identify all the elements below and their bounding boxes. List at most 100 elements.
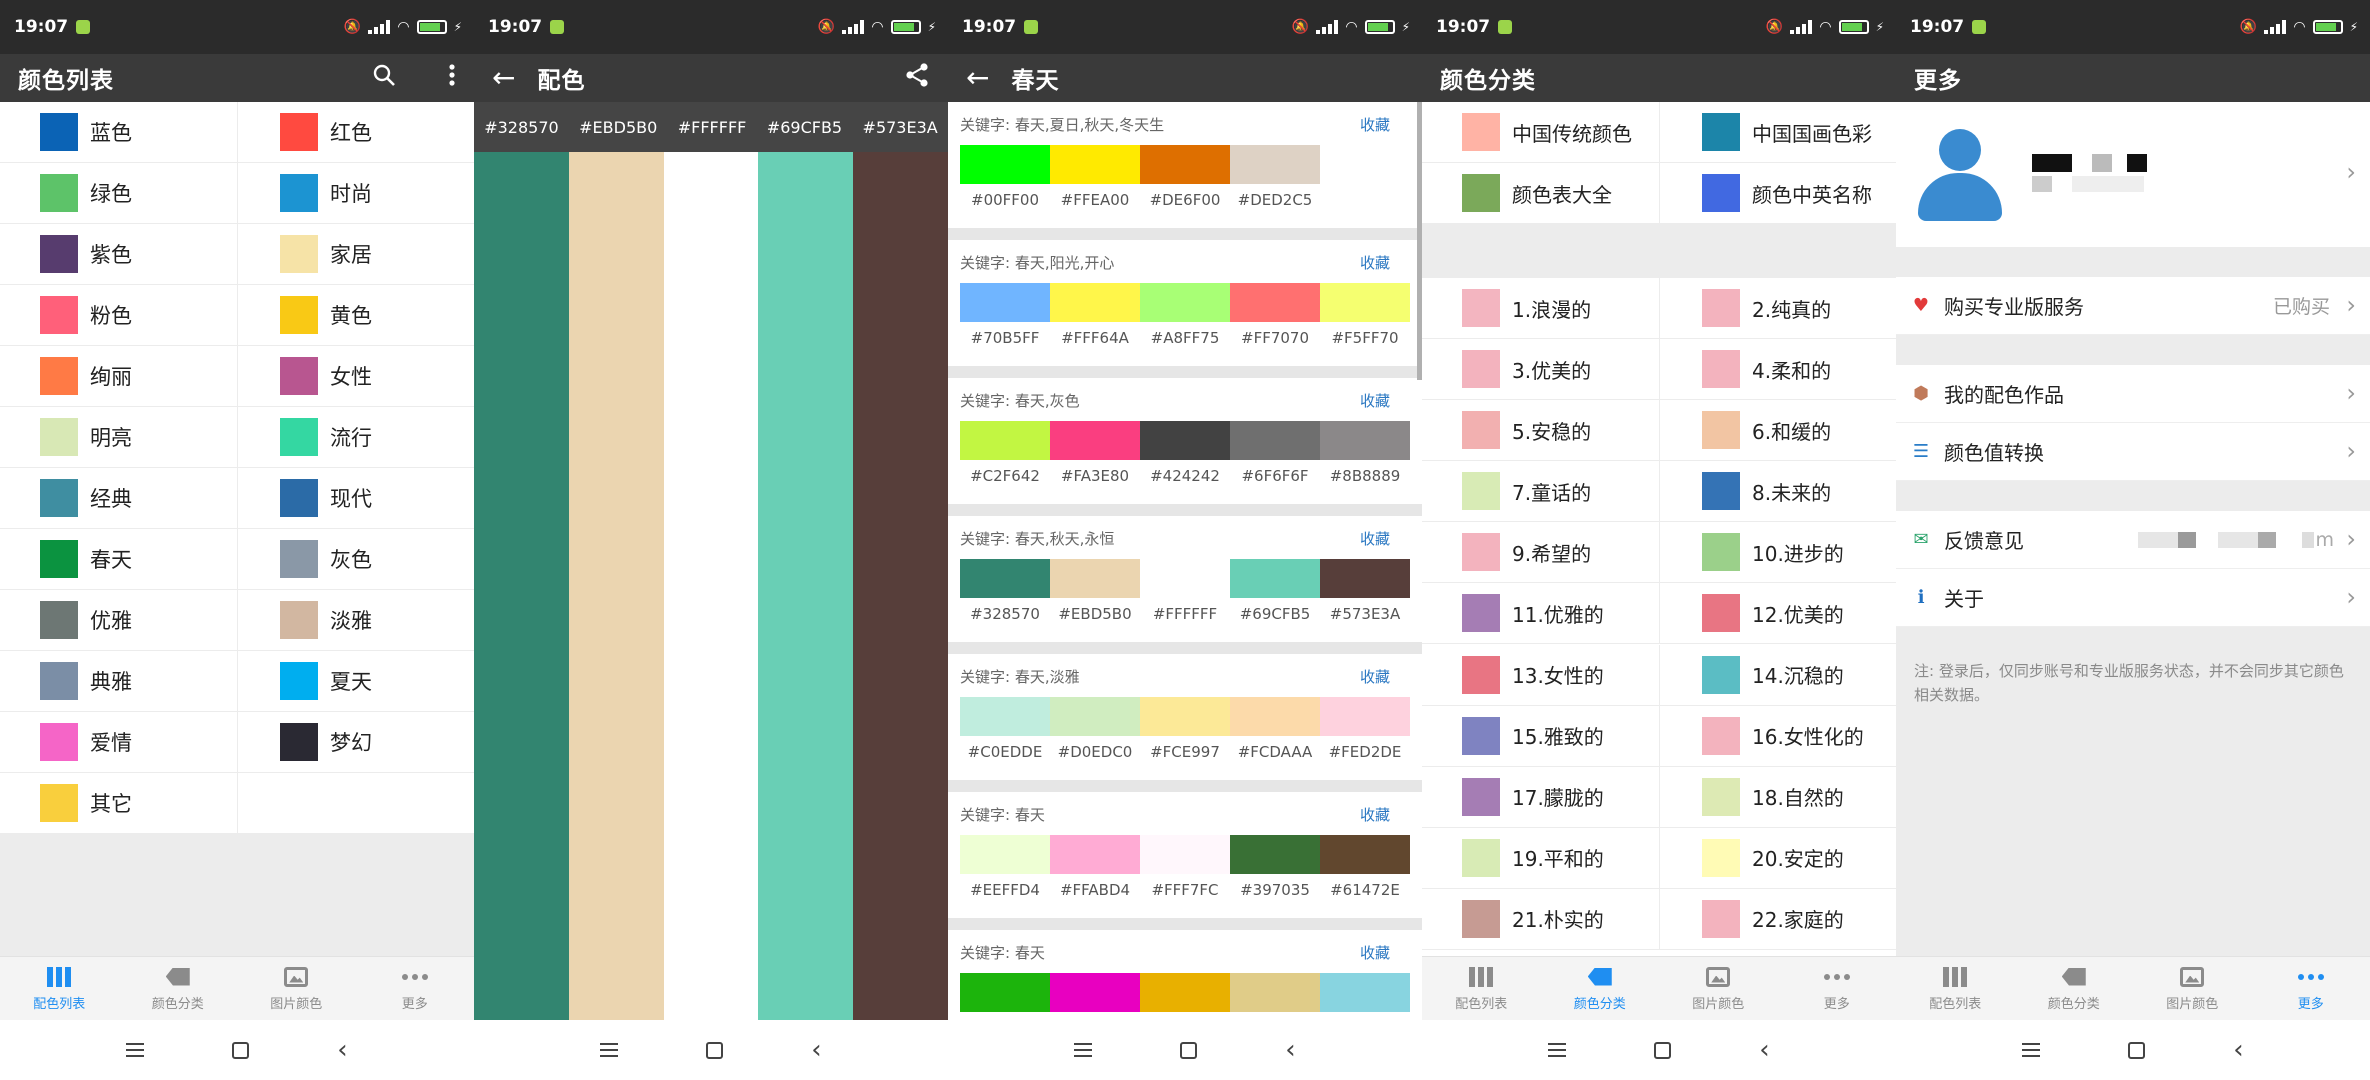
list-item[interactable]: 颜色表大全 (1422, 163, 1659, 224)
list-item[interactable]: 1.浪漫的 (1422, 278, 1659, 339)
home-button[interactable] (706, 1041, 724, 1059)
color-swatch[interactable] (1140, 283, 1230, 322)
recent-apps-button[interactable] (2022, 1043, 2041, 1057)
color-swatch[interactable] (1230, 421, 1320, 460)
list-item[interactable]: 黄色 (237, 285, 474, 346)
color-swatch[interactable] (960, 835, 1050, 874)
color-swatch[interactable] (1320, 421, 1410, 460)
list-item[interactable]: 时尚 (237, 163, 474, 224)
list-item[interactable]: 9.希望的 (1422, 522, 1659, 584)
system-back-button[interactable]: ‹ (2233, 1037, 2243, 1063)
favorite-button[interactable]: 收藏 (1360, 942, 1390, 963)
list-item[interactable]: 12.优美的 (1659, 583, 1896, 645)
system-back-button[interactable]: ‹ (337, 1037, 347, 1063)
color-swatch[interactable] (1050, 421, 1140, 460)
scheme-card[interactable]: 关键字: 春天收藏#1CB40C#E800C0#E8B000#E0CC88#88… (948, 930, 1422, 1020)
color-swatch[interactable] (960, 283, 1050, 322)
back-arrow-icon[interactable]: ← (966, 64, 989, 92)
list-item[interactable]: 灰色 (237, 529, 474, 590)
list-item[interactable]: 经典 (0, 468, 237, 529)
list-item[interactable]: 11.优雅的 (1422, 583, 1659, 645)
color-swatch[interactable] (1230, 145, 1320, 184)
scheme-list[interactable]: 关键字: 春天,夏日,秋天,冬天生 收藏 #00FF00 #FFEA00 #DE6F00… (948, 102, 1422, 1020)
list-item[interactable]: 典雅 (0, 651, 237, 712)
list-item[interactable]: 4.柔和的 (1659, 339, 1896, 401)
list-item[interactable]: 14.沉稳的 (1659, 644, 1896, 706)
hex-code[interactable]: #328570 (484, 118, 558, 137)
scheme-card[interactable]: 关键字: 春天,淡雅 收藏 #C0EDDE #D0EDC0 #FCE997 #FCDAAA… (948, 654, 1422, 792)
nav-tab[interactable]: 更多 (1778, 957, 1897, 1020)
scheme-card[interactable]: 关键字: 春天,阳光,开心 收藏 #70B5FF #FFF64A #A8FF75 #FF7… (948, 240, 1422, 378)
nav-tab[interactable]: 颜色分类 (2015, 957, 2134, 1020)
scheme-card[interactable]: 关键字: 春天 收藏 #EEFFD4 #FFABD4 #FFF7FC #397035 #61… (948, 792, 1422, 930)
scheme-card[interactable]: 关键字: 春天,秋天,永恒 收藏 #328570 #EBD5B0 #FFFFFF #69C… (948, 516, 1422, 654)
list-item[interactable]: 21.朴实的 (1422, 889, 1659, 950)
list-item[interactable]: 17.朦胧的 (1422, 767, 1659, 828)
color-swatch[interactable] (1140, 697, 1230, 736)
list-item[interactable]: 22.家庭的 (1659, 888, 1896, 950)
favorite-button[interactable]: 收藏 (1360, 114, 1390, 135)
list-item[interactable]: 现代 (237, 468, 474, 529)
color-swatch[interactable] (1050, 559, 1140, 598)
list-item[interactable]: 夏天 (237, 651, 474, 712)
color-swatch[interactable] (1320, 283, 1410, 322)
color-swatch[interactable] (1140, 973, 1230, 1012)
hex-code[interactable]: #EBD5B0 (579, 118, 657, 137)
list-item[interactable]: 绿色 (0, 163, 237, 224)
color-swatch[interactable] (1050, 283, 1140, 322)
list-item[interactable]: 中国传统颜色 (1422, 102, 1659, 163)
color-swatch[interactable] (960, 145, 1050, 184)
favorite-button[interactable]: 收藏 (1360, 528, 1390, 549)
scheme-card[interactable]: 关键字: 春天,夏日,秋天,冬天生 收藏 #00FF00 #FFEA00 #DE6F00… (948, 102, 1422, 240)
color-swatch[interactable] (1140, 559, 1230, 598)
home-button[interactable] (1180, 1041, 1198, 1059)
color-swatch[interactable] (1230, 973, 1320, 1012)
list-item[interactable]: 18.自然的 (1659, 766, 1896, 828)
color-swatch[interactable] (1230, 835, 1320, 874)
about-item[interactable]: ℹ 关于 › (1896, 569, 2370, 627)
nav-tab[interactable]: 图片颜色 (2133, 957, 2252, 1020)
color-swatch[interactable] (960, 559, 1050, 598)
list-item[interactable]: 13.女性的 (1422, 645, 1659, 706)
list-item[interactable]: 流行 (237, 407, 474, 468)
hex-code[interactable]: #FFFFFF (678, 118, 747, 137)
list-item[interactable]: 3.优美的 (1422, 339, 1659, 401)
list-item[interactable]: 淡雅 (237, 590, 474, 651)
home-button[interactable] (1654, 1041, 1672, 1059)
overflow-menu-icon[interactable] (448, 63, 456, 93)
color-swatch[interactable] (1140, 145, 1230, 184)
list-item[interactable]: 女性 (237, 346, 474, 407)
nav-tab[interactable]: 颜色分类 (119, 957, 238, 1020)
list-item[interactable]: 绚丽 (0, 346, 237, 407)
list-item[interactable]: 7.童话的 (1422, 461, 1659, 523)
color-swatch[interactable] (1320, 559, 1410, 598)
nav-tab[interactable]: 颜色分类 (1541, 957, 1660, 1020)
favorite-button[interactable]: 收藏 (1360, 390, 1390, 411)
color-swatch[interactable] (1230, 559, 1320, 598)
favorite-button[interactable]: 收藏 (1360, 666, 1390, 687)
hex-code[interactable]: #573E3A (863, 118, 938, 137)
color-swatch[interactable] (1050, 835, 1140, 874)
list-item[interactable]: 爱情 (0, 712, 237, 773)
list-item[interactable]: 2.纯真的 (1659, 278, 1896, 339)
list-item[interactable]: 其它 (0, 773, 237, 834)
system-back-button[interactable]: ‹ (1285, 1037, 1295, 1063)
share-icon[interactable] (904, 62, 930, 94)
buy-pro-item[interactable]: ♥ 购买专业版服务 已购买 › (1896, 277, 2370, 335)
system-back-button[interactable]: ‹ (1759, 1037, 1769, 1063)
color-swatch[interactable] (1320, 973, 1410, 1012)
color-stripe[interactable] (853, 152, 948, 1020)
nav-tab[interactable]: 配色列表 (1896, 957, 2015, 1020)
color-stripe[interactable] (758, 152, 854, 1020)
favorite-button[interactable]: 收藏 (1360, 252, 1390, 273)
color-swatch[interactable] (1230, 697, 1320, 736)
list-item[interactable]: 10.进步的 (1659, 522, 1896, 584)
list-item[interactable]: 优雅 (0, 590, 237, 651)
home-button[interactable] (2128, 1041, 2146, 1059)
list-item[interactable]: 红色 (237, 102, 474, 163)
color-stripe[interactable] (474, 152, 569, 1020)
nav-tab[interactable]: 配色列表 (0, 957, 119, 1020)
color-stripe[interactable] (568, 152, 664, 1020)
color-convert-item[interactable]: ☰ 颜色值转换 › (1896, 423, 2370, 481)
color-swatch[interactable] (1320, 835, 1410, 874)
